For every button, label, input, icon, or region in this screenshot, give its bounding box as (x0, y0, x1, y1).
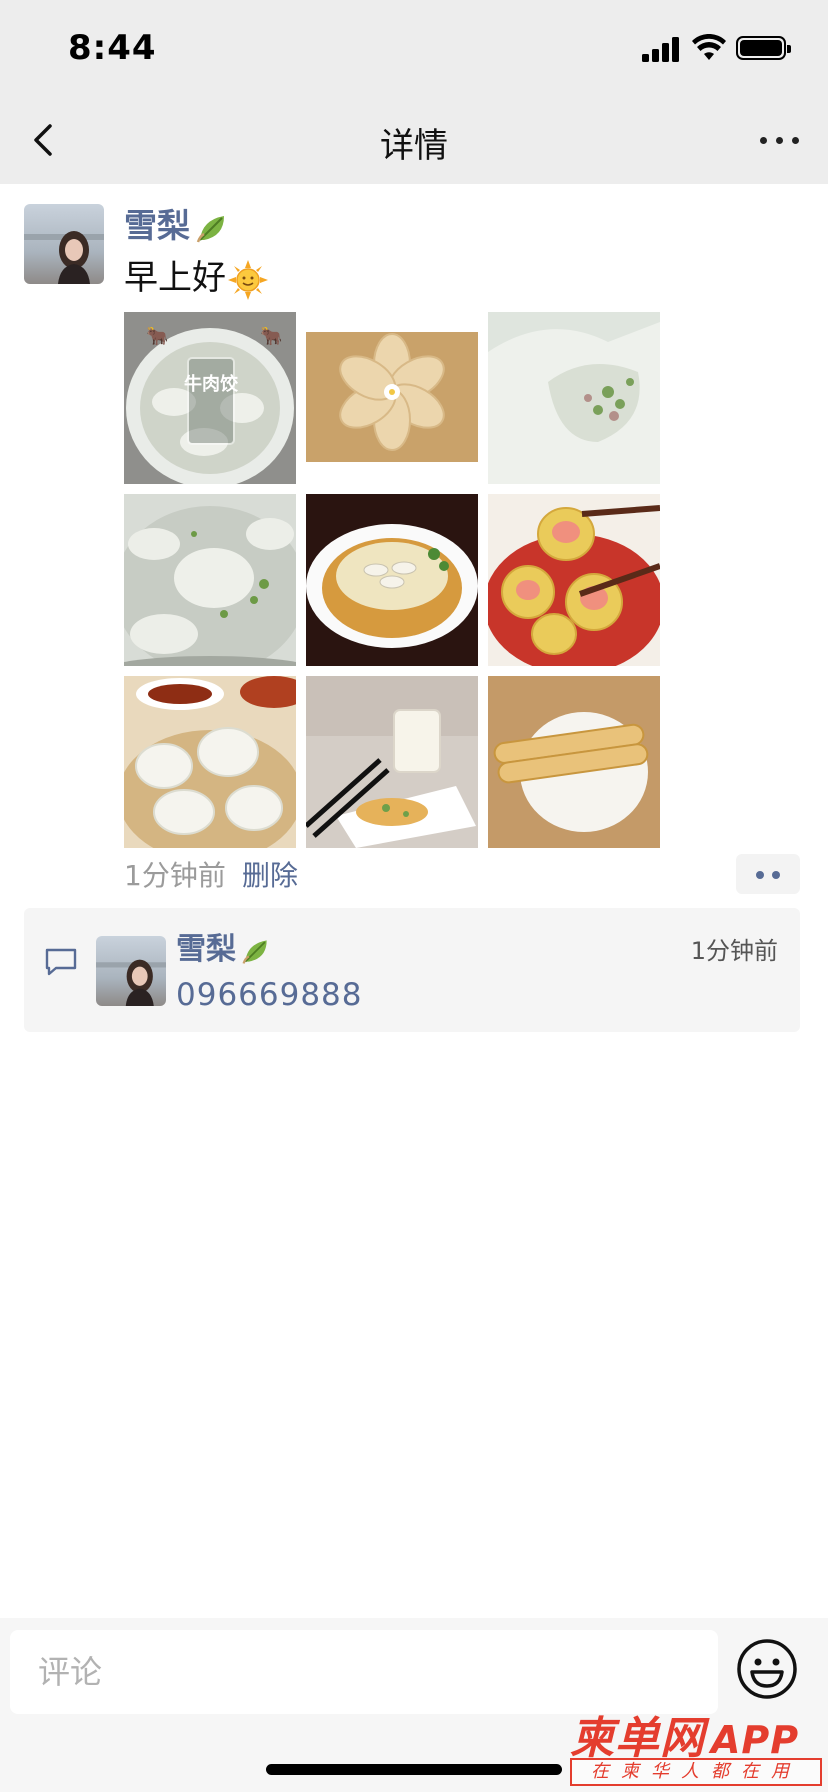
watermark-logo: 柬单网 APP (570, 1702, 799, 1766)
watermark-logo-text: 柬单网 (570, 1713, 705, 1764)
status-time: 8:44 (68, 28, 157, 68)
photo-image (488, 494, 660, 666)
watermark-app-text: APP (711, 1718, 800, 1762)
leaf-emoji-icon (242, 939, 267, 964)
post-text-label: 早上好 (124, 258, 226, 298)
photo-8[interactable] (306, 676, 478, 848)
photo-7[interactable] (124, 676, 296, 848)
avatar-image (96, 936, 166, 1006)
photo-image (488, 312, 660, 484)
comment-author-avatar[interactable] (96, 936, 166, 1006)
sun-emoji-icon (228, 259, 268, 300)
photo-image (306, 494, 478, 666)
comment-bubble-icon (45, 948, 77, 976)
post-timestamp: 1分钟前 (124, 859, 226, 892)
comment-author-label: 雪梨 (176, 932, 236, 967)
comment-author-name[interactable]: 雪梨 (176, 930, 272, 970)
avatar-image (24, 204, 104, 284)
photo-6[interactable] (488, 494, 660, 666)
comment-timestamp: 1分钟前 (690, 937, 778, 965)
post-author-label: 雪梨 (124, 206, 190, 245)
photo-image (124, 494, 296, 666)
svg-text:🐂: 🐂 (260, 326, 282, 347)
home-indicator[interactable] (266, 1764, 562, 1775)
battery-icon (736, 36, 791, 60)
post-author-name[interactable]: 雪梨 (124, 204, 230, 248)
watermark-slogan: 在柬华人都在用 (570, 1758, 822, 1786)
photo-grid: 牛肉饺 🐂 🐂 (124, 312, 660, 848)
photo-9[interactable] (488, 676, 660, 848)
post-author-avatar[interactable] (24, 204, 104, 284)
photo-5[interactable] (306, 494, 478, 666)
post-actions-button[interactable] (736, 854, 800, 894)
wifi-icon (692, 34, 726, 60)
comment-text[interactable]: 096669888 (176, 974, 363, 1016)
status-icons (642, 34, 792, 62)
cellular-signal-icon (642, 36, 682, 62)
status-bar: 8:44 (0, 0, 828, 96)
comment-section: 雪梨 096669888 1分钟前 (24, 908, 800, 1032)
page-title: 详情 (380, 126, 448, 166)
delete-post-link[interactable]: 删除 (242, 856, 298, 896)
photo-image: 牛肉饺 🐂 🐂 (124, 312, 296, 484)
photo-1[interactable]: 牛肉饺 🐂 🐂 (124, 312, 296, 484)
photo-4[interactable] (124, 494, 296, 666)
emoji-button[interactable] (736, 1638, 798, 1700)
photo-image (124, 676, 296, 848)
nav-bar: 详情 (0, 96, 828, 184)
photo-2[interactable] (306, 312, 478, 484)
more-options-button[interactable] (756, 118, 804, 162)
photo-image (306, 676, 478, 848)
post-text: 早上好 (124, 254, 268, 302)
leaf-emoji-icon (196, 215, 224, 242)
photo-image (306, 312, 478, 484)
svg-text:🐂: 🐂 (146, 326, 168, 347)
photo-image (488, 676, 660, 848)
photo-3[interactable] (488, 312, 660, 484)
photo-1-title: 牛肉饺 (184, 373, 239, 395)
